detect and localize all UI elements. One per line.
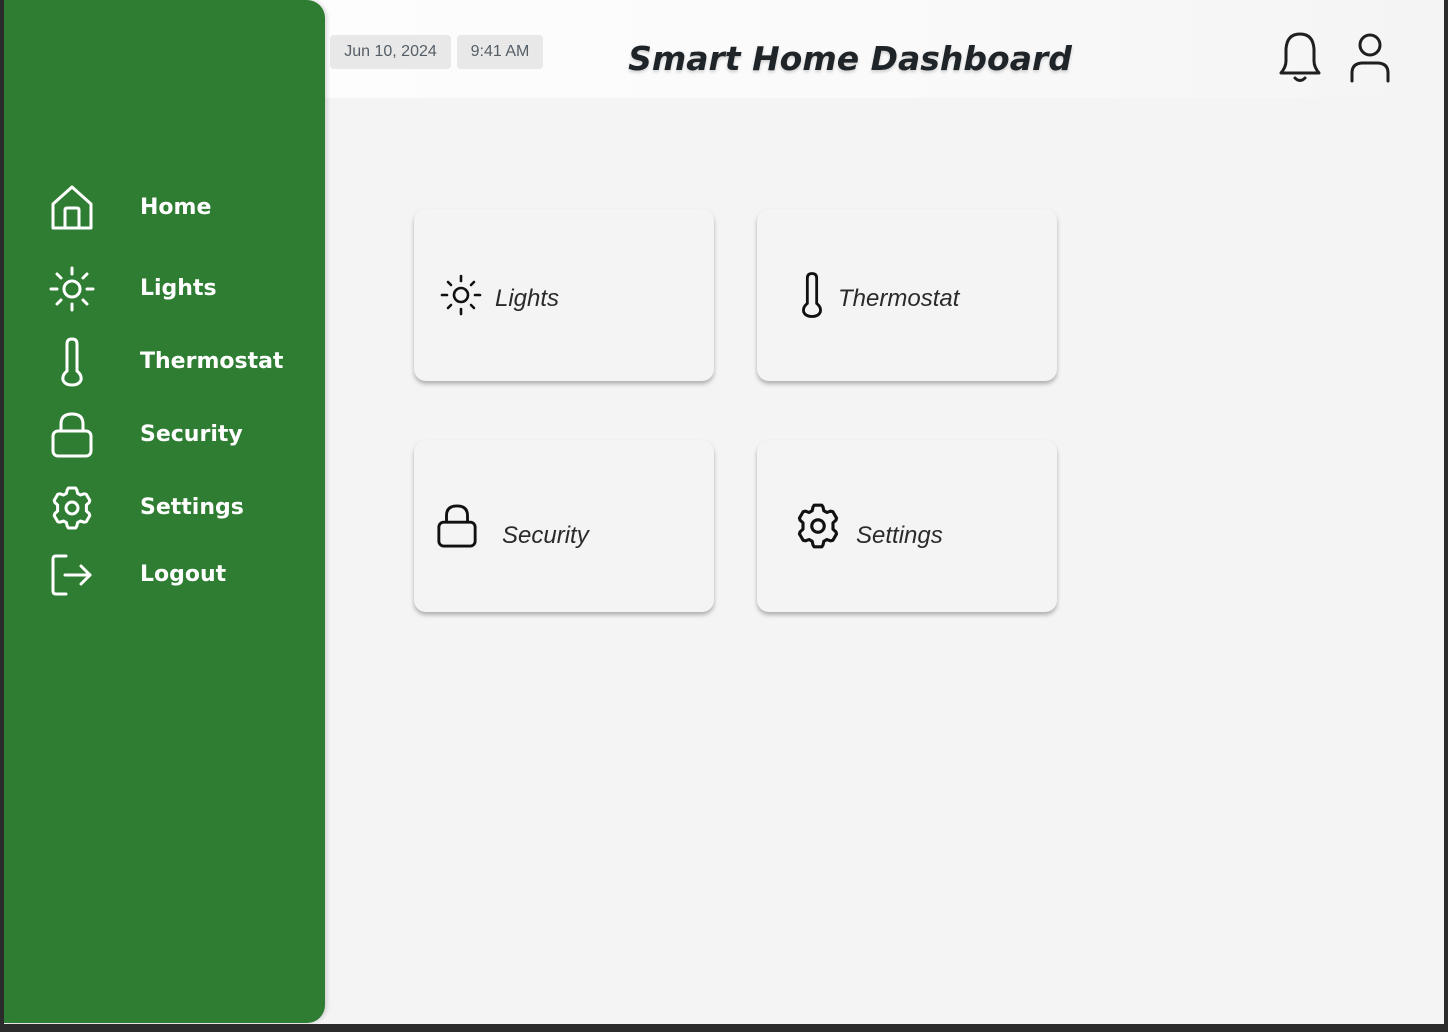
sidebar-item-label: Security xyxy=(140,422,243,447)
sidebar-item-label: Thermostat xyxy=(140,349,284,374)
sidebar-item-label: Lights xyxy=(140,276,217,301)
dashboard-screen: Home Lights Thermostat Security Settings… xyxy=(4,0,1444,1024)
card-label: Security xyxy=(502,522,589,549)
sun-icon xyxy=(440,209,482,381)
bell-icon xyxy=(1277,31,1323,89)
security-card[interactable]: Security xyxy=(414,440,714,612)
thermometer-icon xyxy=(798,209,826,381)
gear-icon xyxy=(793,440,843,612)
thermostat-card[interactable]: Thermostat xyxy=(757,209,1057,381)
lock-icon xyxy=(48,410,96,460)
user-icon xyxy=(1348,31,1392,89)
user-profile-button[interactable] xyxy=(1344,30,1396,90)
page-title: Smart Home Dashboard xyxy=(628,39,1072,78)
notifications-button[interactable] xyxy=(1274,30,1326,90)
sidebar-item-home[interactable]: Home xyxy=(4,183,325,233)
gear-icon xyxy=(48,483,96,533)
home-icon xyxy=(48,183,96,233)
lock-icon xyxy=(436,440,478,612)
lights-card[interactable]: Lights xyxy=(414,209,714,381)
card-label: Thermostat xyxy=(838,285,960,312)
sidebar: Home Lights Thermostat Security Settings… xyxy=(4,0,325,1023)
card-label: Lights xyxy=(495,285,560,312)
date-badge: Jun 10, 2024 xyxy=(330,35,451,69)
time-badge: 9:41 AM xyxy=(457,35,543,69)
sidebar-item-label: Settings xyxy=(140,495,244,520)
sidebar-item-security[interactable]: Security xyxy=(4,410,325,460)
sun-icon xyxy=(48,264,96,314)
settings-card[interactable]: Settings xyxy=(757,440,1057,612)
sidebar-item-thermostat[interactable]: Thermostat xyxy=(4,337,325,387)
sidebar-item-lights[interactable]: Lights xyxy=(4,264,325,314)
sidebar-item-logout[interactable]: Logout xyxy=(4,550,325,600)
sidebar-item-settings[interactable]: Settings xyxy=(4,483,325,533)
sidebar-item-label: Logout xyxy=(140,562,227,587)
thermometer-icon xyxy=(48,337,96,387)
logout-icon xyxy=(48,550,96,600)
card-label: Settings xyxy=(856,522,943,549)
sidebar-item-label: Home xyxy=(140,195,212,220)
